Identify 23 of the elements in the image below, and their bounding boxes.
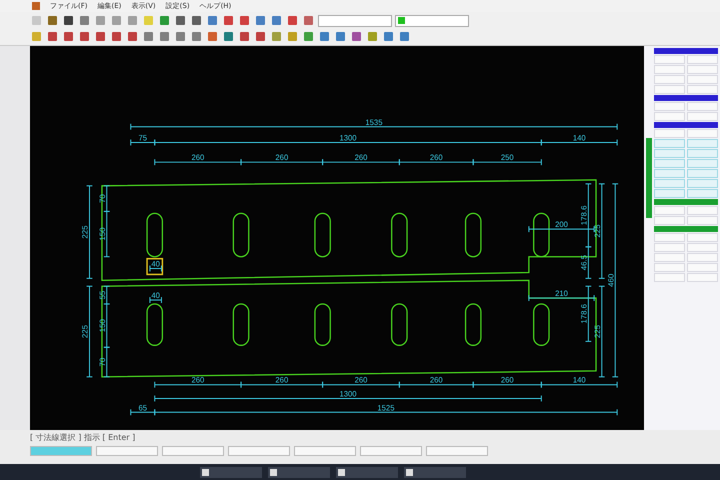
dimension-label: 140 xyxy=(572,376,586,385)
dimension-label: 40 xyxy=(151,259,160,269)
dimension-label: 200 xyxy=(555,220,568,230)
dimension-label: 65 xyxy=(138,403,147,412)
dimension-label: 260 xyxy=(430,376,443,385)
dimension-label: 210 xyxy=(555,289,568,298)
dimension-label: 75 xyxy=(138,133,147,143)
dimension-label: 40 xyxy=(151,290,160,300)
dimension-label: 1300 xyxy=(340,389,357,399)
dimension-label: 260 xyxy=(275,376,288,385)
dimension-label: 250 xyxy=(500,153,514,162)
dimension-label: 260 xyxy=(430,153,443,162)
dimension-label: 1525 xyxy=(377,403,394,412)
dimension-label: 260 xyxy=(354,376,368,385)
dimension-label: 140 xyxy=(572,133,586,143)
dimension-label: 260 xyxy=(192,376,204,385)
dimension-label: 1535 xyxy=(365,118,382,127)
dimension-label: 260 xyxy=(354,153,368,162)
dimension-label: 1300 xyxy=(340,133,357,143)
command-prompt: [ 寸法線選択 ] 指示 [ Enter ] xyxy=(30,432,136,443)
dimension-label: 260 xyxy=(500,376,514,385)
dimension-label: 260 xyxy=(192,153,204,162)
dimension-label: 260 xyxy=(275,153,288,162)
